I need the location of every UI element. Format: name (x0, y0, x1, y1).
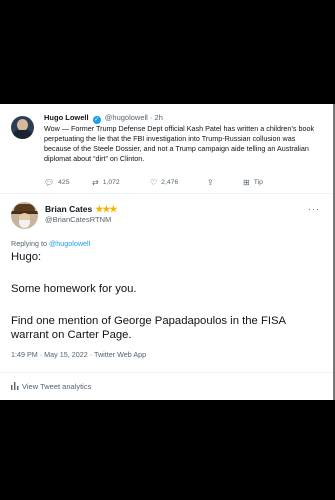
quoted-tweet[interactable]: Hugo Lowell ✓ @hugolowell · 2h Wow — For… (0, 104, 333, 194)
view-analytics-link[interactable]: View Tweet analytics (11, 382, 91, 391)
tweet-timestamp[interactable]: 1:49 PM · May 15, 2022 · Twitter Web App (11, 350, 146, 359)
heart-icon: ♡ (150, 178, 158, 187)
verified-badge-icon: ✓ (92, 116, 101, 124)
tip-label: Tip (253, 179, 263, 186)
tweet-card: Hugo Lowell ✓ @hugolowell · 2h Wow — For… (0, 104, 333, 400)
like-button[interactable]: ♡ 2,476 (150, 178, 178, 187)
star-icons: ★★★ (95, 204, 117, 214)
quoted-tweet-actions: 💬︎ 425 ⇄ 1,072 ♡ 2,476 ⇪ ⊞ Tip (44, 178, 294, 188)
replying-to: Replying to @hugolowell (11, 239, 90, 248)
more-icon[interactable]: ··· (308, 204, 320, 214)
screenshot-frame: Hugo Lowell ✓ @hugolowell · 2h Wow — For… (0, 0, 335, 500)
tweet-paragraph: Some homework for you. (11, 283, 137, 295)
avatar[interactable] (11, 116, 34, 139)
bar-chart-icon (11, 382, 19, 390)
divider (0, 193, 333, 194)
tweet-paragraph: Find one mention of George Papadapoulos … (11, 315, 286, 341)
share-button[interactable]: ⇪ (207, 178, 218, 187)
reply-button[interactable]: 💬︎ 425 (44, 178, 70, 187)
author-handle[interactable]: @BrianCatesRTNM (45, 215, 111, 224)
retweet-count: 1,072 (102, 179, 120, 186)
quoted-tweet-header: Hugo Lowell ✓ @hugolowell · 2h (44, 113, 163, 124)
avatar-beard (19, 220, 30, 228)
avatar-suit (13, 130, 32, 139)
quoted-tweet-text: Wow — Former Trump Defense Dept official… (44, 124, 315, 163)
quoted-author-name[interactable]: Hugo Lowell (44, 113, 89, 122)
reply-icon: 💬︎ (44, 178, 55, 187)
quoted-tweet-time[interactable]: 2h (155, 113, 163, 122)
author-name[interactable]: Brian Cates ★★★ (45, 204, 117, 215)
avatar[interactable] (11, 202, 38, 229)
retweet-icon: ⇄ (92, 178, 99, 187)
tweet-paragraph: Hugo: (11, 251, 42, 263)
tip-icon: ⊞ (243, 178, 250, 187)
quoted-author-handle[interactable]: @hugolowell (105, 113, 148, 122)
divider (0, 372, 333, 373)
share-icon: ⇪ (207, 178, 214, 187)
like-count: 2,476 (161, 179, 179, 186)
analytics-label: View Tweet analytics (22, 382, 92, 391)
tip-button[interactable]: ⊞ Tip (243, 178, 263, 187)
author-name-text: Brian Cates (45, 204, 93, 214)
retweet-button[interactable]: ⇄ 1,072 (92, 178, 120, 187)
replying-prefix: Replying to (11, 239, 47, 248)
replying-to-link[interactable]: @hugolowell (49, 239, 90, 248)
reply-count: 425 (58, 179, 70, 186)
